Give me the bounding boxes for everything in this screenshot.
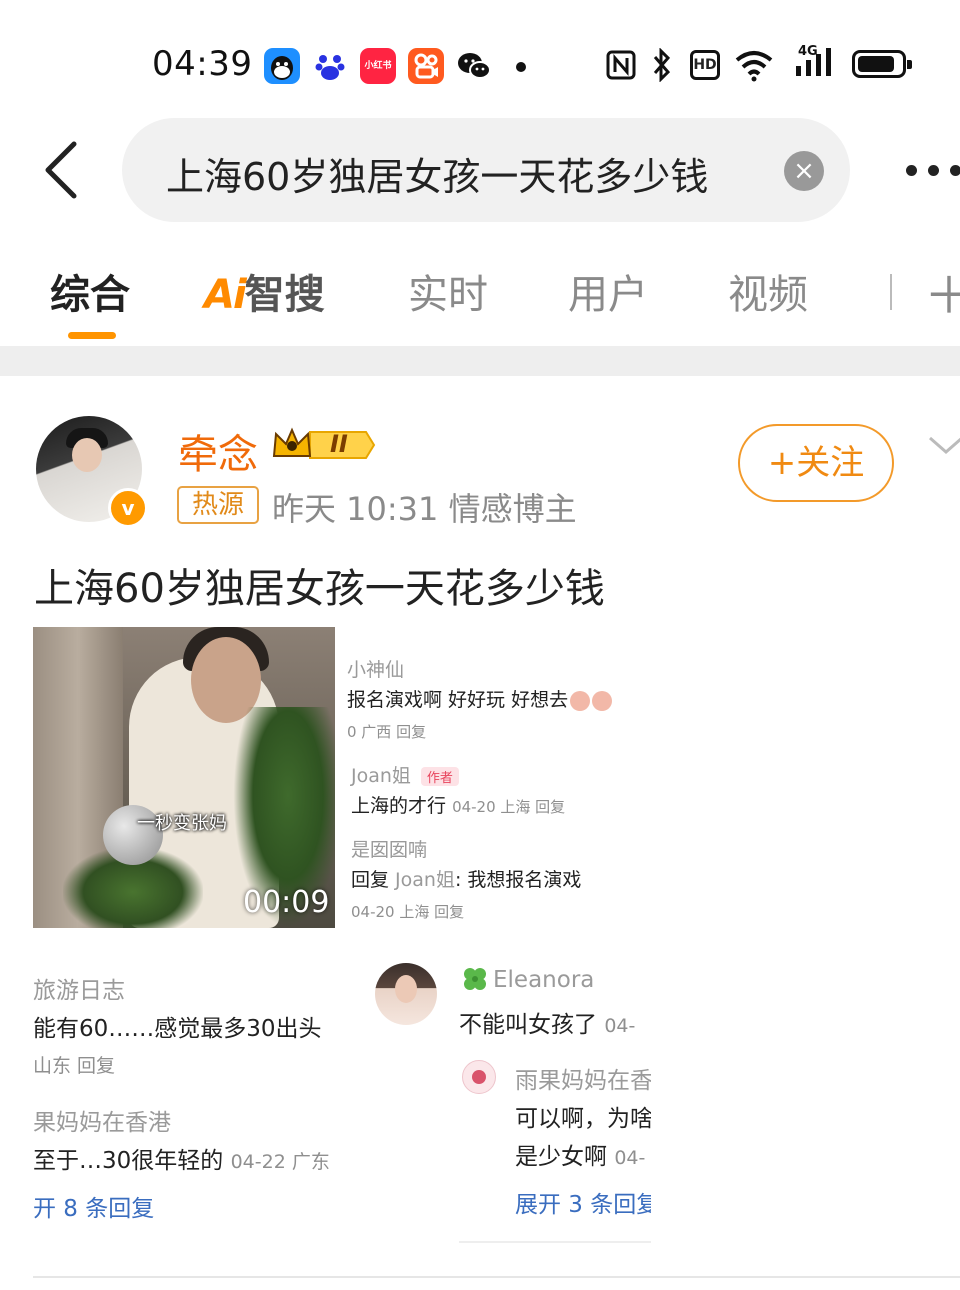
post-title[interactable]: 上海60岁独居女孩一天花多少钱 <box>34 556 605 614</box>
clear-search-button[interactable]: × <box>784 151 824 191</box>
comment-right-name: Eleanora <box>493 967 595 993</box>
bluetooth-icon <box>650 47 674 83</box>
chevron-left-icon <box>45 141 77 199</box>
clover-icon <box>461 965 489 993</box>
ai-logo-text: Ai <box>204 272 247 318</box>
emoji-icon <box>570 690 591 711</box>
divider <box>459 1241 651 1243</box>
crown-level-badge[interactable]: II <box>270 424 376 466</box>
comment-right-reply-name: 雨果妈妈在香 <box>515 1068 651 1094</box>
author-tag: 作者 <box>420 767 459 786</box>
kuaishou-icon <box>408 48 444 84</box>
comment-2-text: 上海的才行 04-20 上海 回复 <box>351 795 566 817</box>
tab-videos[interactable]: 视频 <box>728 262 808 320</box>
wechat-icon <box>456 48 492 84</box>
video-thumbnail[interactable]: 一秒变张妈 00:09 <box>33 627 335 928</box>
comment-right-text: 不能叫女孩了 04- <box>459 1012 636 1038</box>
post-bottom-divider <box>33 1276 960 1278</box>
back-button[interactable] <box>36 138 86 202</box>
comment-right-reply-text-2: 是少女啊 04- <box>515 1144 646 1170</box>
follow-button[interactable]: +关注 <box>738 424 894 502</box>
comment-3-name: 是囡囡喃 <box>351 839 428 861</box>
comment-1-text: 报名演戏啊 好好玩 好想去 <box>347 685 613 712</box>
active-tab-indicator <box>68 332 116 339</box>
tab-realtime[interactable]: 实时 <box>408 262 488 320</box>
comment-1-name: 小神仙 <box>347 659 405 681</box>
tab-divider <box>890 274 892 310</box>
signal-4g-icon: 4G <box>786 44 842 82</box>
wifi-icon <box>734 48 774 82</box>
network-label: 4G <box>798 44 818 59</box>
status-bar: 04:39 小红书 HD 4G <box>0 0 960 120</box>
tab-ai-search-label: 智搜 <box>244 272 325 318</box>
video-caption: 一秒变张妈 <box>137 813 227 834</box>
commenter-avatar <box>375 963 437 1025</box>
post-username[interactable]: 牵念 <box>178 422 258 480</box>
reply-avatar <box>462 1060 496 1094</box>
video-duration: 00:09 <box>243 885 330 920</box>
battery-icon <box>852 50 912 78</box>
add-tab-button[interactable]: ＋ <box>924 256 960 328</box>
expand-replies-right: 展开 3 条回复 <box>515 1192 651 1218</box>
comment-2-name: Joan姐 作者 <box>351 761 459 788</box>
comment-left-name: 旅游日志 <box>33 978 125 1004</box>
comment-left-text: 能有60……感觉最多30出头 <box>33 1016 322 1042</box>
comment-right-reply-text-1: 可以啊，为啥 <box>515 1106 651 1132</box>
verified-icon: v <box>108 488 148 528</box>
section-divider <box>0 346 960 376</box>
hot-source-badge: 热源 <box>177 486 259 524</box>
emoji-icon <box>592 690 613 711</box>
tab-comprehensive[interactable]: 综合 <box>50 262 130 320</box>
comment-left-reply-name: 果妈妈在香港 <box>33 1110 171 1136</box>
chevron-down-icon[interactable] <box>926 430 960 460</box>
tab-users[interactable]: 用户 <box>568 262 648 320</box>
comment-left-meta: 山东 回复 <box>33 1055 116 1077</box>
qq-icon <box>264 48 300 84</box>
tab-ai-search[interactable]: Ai智搜 <box>204 262 325 320</box>
search-input[interactable]: 上海60岁独居女孩一天花多少钱 <box>166 146 708 201</box>
hd-icon: HD <box>690 50 720 80</box>
baidu-icon <box>312 48 348 84</box>
comment-1-meta: 0 广西 回复 <box>347 723 427 741</box>
expand-replies-left: 开 8 条回复 <box>33 1196 155 1222</box>
nfc-icon <box>606 50 636 80</box>
comment-left-reply-text: 至于…30很年轻的 04-22 广东 <box>33 1148 330 1174</box>
xiaohongshu-icon: 小红书 <box>360 48 396 84</box>
close-icon: × <box>793 156 815 186</box>
more-options-button[interactable] <box>900 150 960 190</box>
comment-3-meta: 04-20 上海 回复 <box>351 903 465 921</box>
crown-level-label: II <box>330 430 348 458</box>
notification-dot <box>516 62 526 72</box>
post-image[interactable]: 一秒变张妈 00:09 小神仙 报名演戏啊 好好玩 好想去 0 广西 回复 Jo… <box>33 627 651 1250</box>
status-clock: 04:39 <box>152 44 253 84</box>
post-meta: 昨天 10:31 情感博主 <box>272 490 577 528</box>
comment-3-text: 回复 Joan姐: 我想报名演戏 <box>351 869 582 891</box>
